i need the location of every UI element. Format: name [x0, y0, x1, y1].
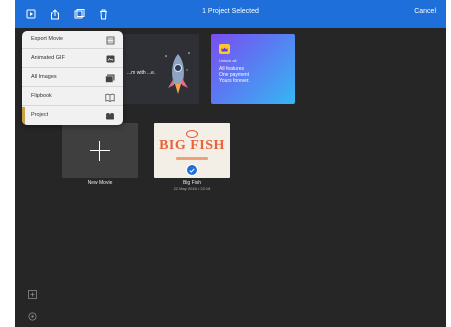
selection-title: 1 Project Selected	[202, 8, 259, 15]
plus-icon	[90, 150, 110, 151]
upgrade-line-1: Unlock all	[219, 58, 237, 63]
menu-item-all-images[interactable]: All Images	[22, 69, 123, 87]
project-icon	[105, 111, 115, 121]
share-menu: Export Movie Animated GIF All Images Fli…	[22, 31, 123, 125]
menu-item-animated-gif[interactable]: Animated GIF	[22, 50, 123, 68]
book-icon	[105, 92, 115, 102]
settings-icon[interactable]	[26, 310, 38, 322]
new-movie-label: New Movie	[87, 180, 113, 186]
film-icon	[105, 35, 115, 45]
toolbar: 1 Project Selected Cancel	[15, 0, 446, 28]
promo-banner[interactable]: ...m with ...e.	[123, 34, 199, 104]
upgrade-line-4: Yours forever.	[219, 78, 250, 84]
selected-check-icon	[186, 164, 198, 176]
gif-icon	[105, 54, 115, 64]
project-thumbnail-big-fish[interactable]: BIG FISH	[154, 123, 230, 178]
images-icon	[105, 73, 115, 83]
menu-item-flipbook[interactable]: Flipbook	[22, 88, 123, 106]
menu-item-export-movie[interactable]: Export Movie	[22, 31, 123, 49]
menu-item-project[interactable]: Project	[22, 107, 123, 125]
project-date: 22 May 2018 • 22:18	[173, 186, 211, 191]
promo-text: ...m with ...e.	[127, 70, 156, 76]
crown-icon	[219, 44, 230, 54]
new-movie-tile[interactable]	[62, 123, 138, 178]
rocket-icon	[165, 52, 190, 94]
app-screen: 1 Project Selected Cancel ...m with ...e…	[0, 0, 451, 327]
cancel-button[interactable]: Cancel	[414, 8, 436, 15]
thumbnail-title: BIG FISH	[159, 138, 225, 153]
fish-logo-icon	[186, 130, 198, 138]
import-media-icon[interactable]	[26, 288, 38, 300]
upgrade-banner[interactable]: Unlock all All features One payment Your…	[211, 34, 295, 104]
